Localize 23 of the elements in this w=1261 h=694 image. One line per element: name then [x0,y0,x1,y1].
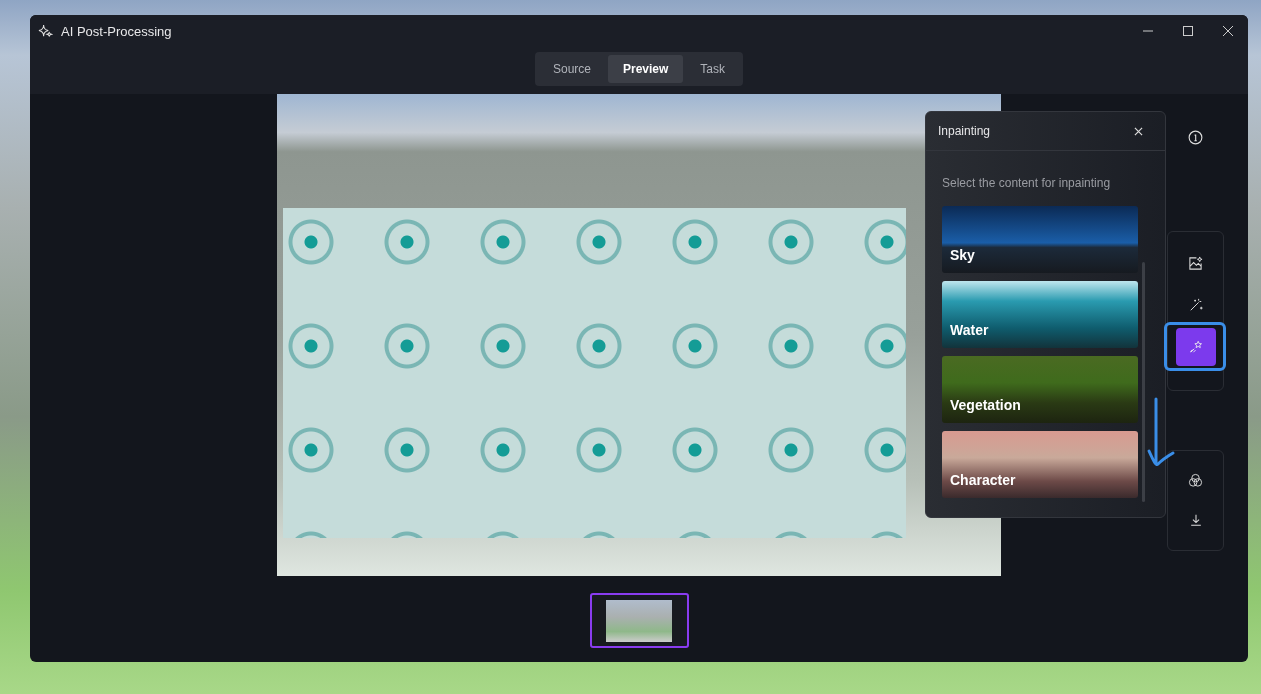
panel-title: Inpainting [938,124,991,138]
close-icon[interactable] [1222,25,1234,37]
view-tab[interactable]: Preview [608,54,684,83]
color-circles-icon [1188,473,1203,489]
sparkle-icon [38,23,53,39]
star-wand-icon [1188,340,1203,354]
highlight-outline [1164,322,1226,371]
info-icon[interactable] [1188,130,1203,145]
maximize-icon[interactable] [1182,25,1194,37]
download-icon [1188,513,1203,528]
instruction-text: Select the content for inpainting [941,175,1112,190]
content-option-card[interactable]: Sky [942,206,1138,273]
image-sparkle-icon [1188,255,1203,271]
image-thumbnail[interactable] [589,593,689,648]
tool-button[interactable] [1175,328,1216,366]
magic-wand-icon [1188,298,1203,312]
content-option-card[interactable]: Character [942,431,1138,498]
content-option-card[interactable]: Vegetation [942,356,1138,423]
window-title: AI Post-Processing [61,23,172,39]
content-option-card[interactable]: Water [942,281,1138,348]
view-tab[interactable]: Task [685,54,741,83]
close-icon[interactable] [1134,126,1143,136]
view-tab[interactable]: Source [537,54,606,83]
